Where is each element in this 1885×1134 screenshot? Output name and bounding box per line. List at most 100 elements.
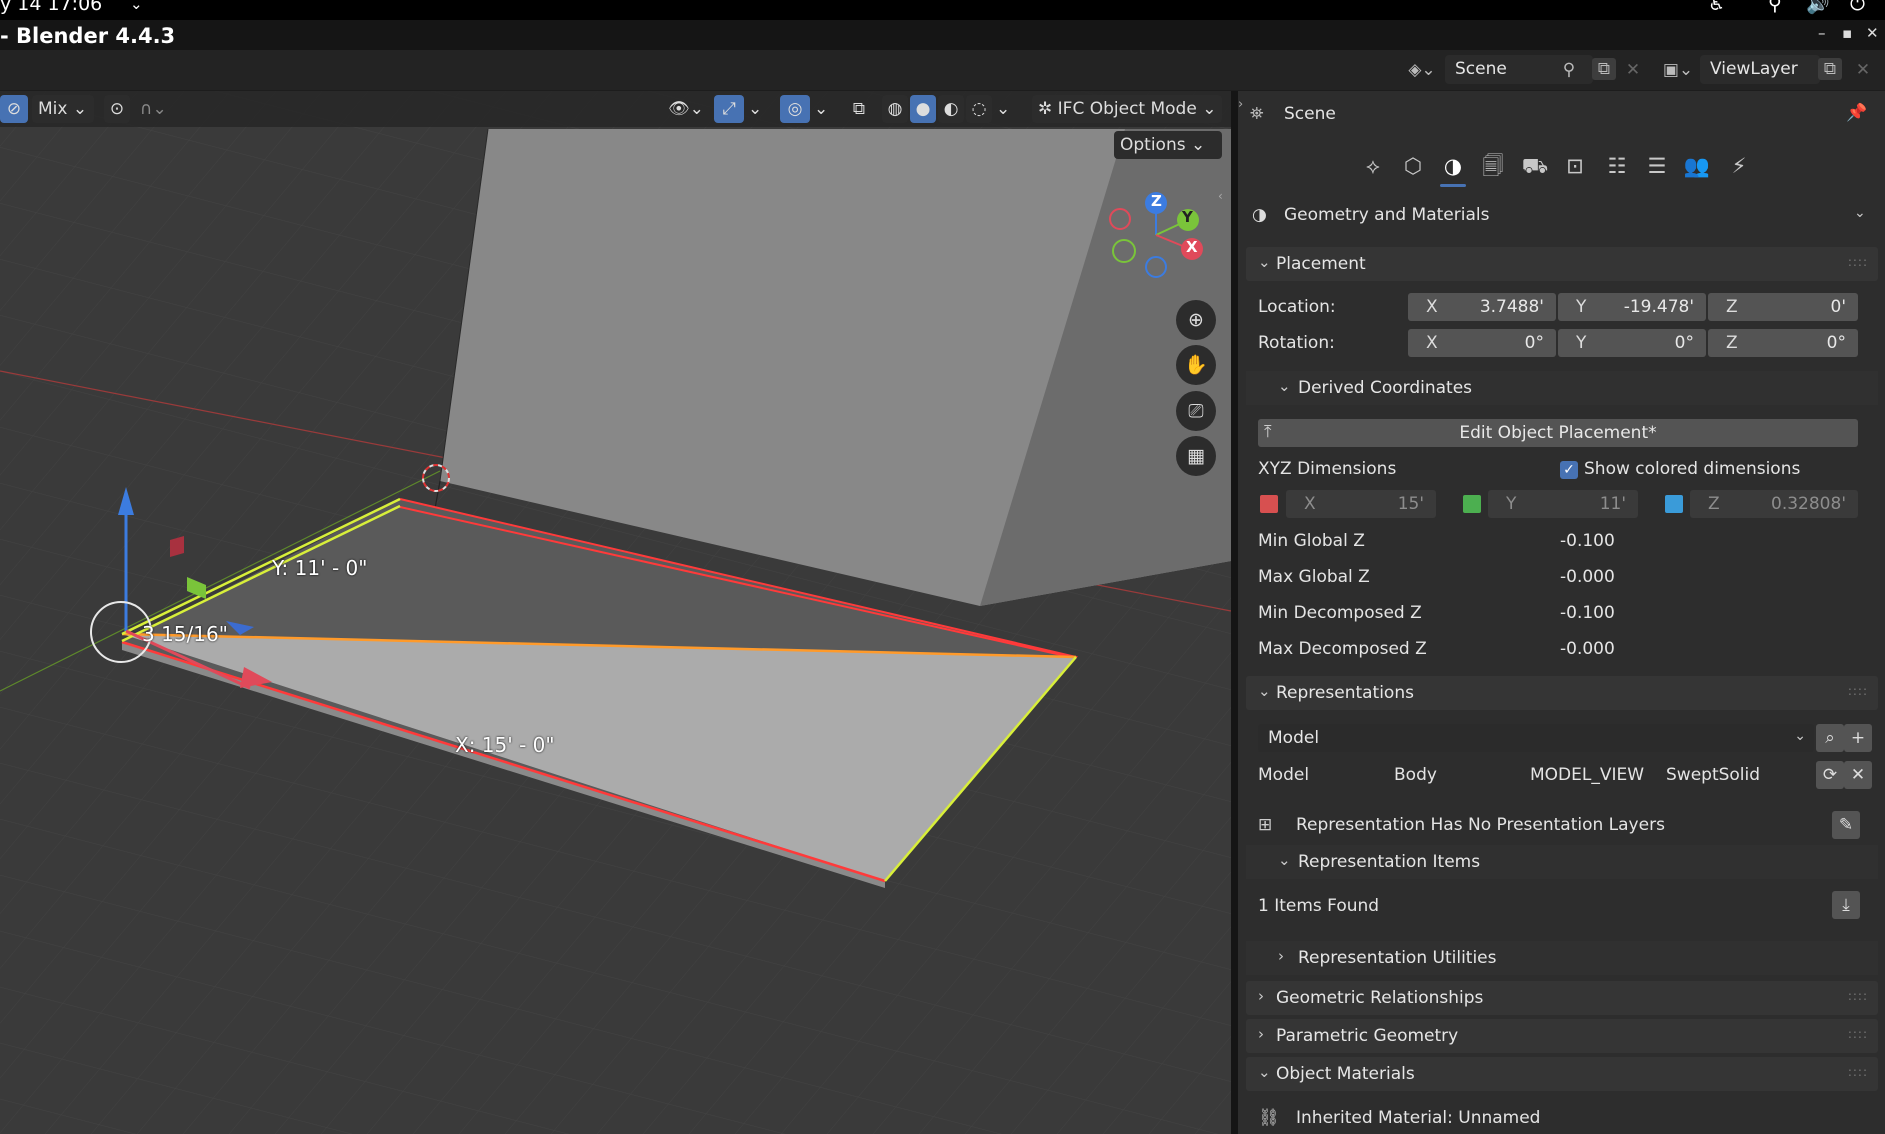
expand-chevron-icon: ⌄ <box>1258 1063 1271 1081</box>
proportional-edit-icon[interactable]: ⊙ <box>104 95 130 123</box>
object-materials-header[interactable]: ⌄ Object Materials :::: <box>1246 1057 1878 1091</box>
remove-representation-icon[interactable]: ✕ <box>1844 761 1872 789</box>
os-top-bar: y 14 17:06 ⌄ ♿ ⚲ 🔊 ⏻ <box>0 0 1885 20</box>
context-select[interactable]: Model ⌄ <box>1258 724 1814 752</box>
ifc-mode-dropdown[interactable]: ✲ IFC Object Mode ⌄ <box>1032 95 1222 123</box>
snap-mode-dropdown[interactable]: Mix ⌄ <box>32 95 94 123</box>
representation-items-title: Representation Items <box>1298 852 1481 872</box>
z-color-swatch <box>1665 495 1683 513</box>
gizmo-y-label[interactable]: Y <box>1182 208 1193 226</box>
volume-icon[interactable]: 🔊 <box>1806 0 1830 14</box>
rotation-x-field[interactable]: X 0° <box>1408 329 1556 357</box>
expand-chevron-icon[interactable]: › <box>1238 97 1243 112</box>
drag-grip-icon[interactable]: :::: <box>1848 255 1868 269</box>
tab-object-icon[interactable]: ⬡ <box>1396 149 1430 183</box>
tab-people-icon[interactable]: 👥 <box>1680 149 1714 183</box>
tab-project-icon[interactable]: ⟡ <box>1356 149 1390 183</box>
switch-representation-icon[interactable]: ⟳ <box>1816 761 1844 789</box>
rendered-shading-icon[interactable]: ◌ <box>966 95 992 123</box>
pin-icon[interactable]: 📌 <box>1846 103 1867 123</box>
download-icon[interactable]: ⤓ <box>1832 891 1860 919</box>
new-view-layer-icon[interactable]: ⧉ <box>1818 58 1842 80</box>
falloff-icon[interactable]: ∩⌄ <box>134 95 174 123</box>
x-color-swatch <box>1260 495 1278 513</box>
network-icon[interactable]: ⚲ <box>1768 0 1782 14</box>
viewport-scene[interactable] <box>0 91 1231 1134</box>
xray-toggle-icon[interactable]: ⧉ <box>846 95 872 123</box>
window-title: - Blender 4.4.3 <box>0 24 176 48</box>
placement-title: Placement <box>1276 254 1366 274</box>
zoom-icon[interactable]: ⊕ <box>1176 300 1216 340</box>
delete-scene-icon[interactable]: ✕ <box>1622 59 1644 81</box>
derived-coordinates-header[interactable]: ⌄ Derived Coordinates <box>1246 371 1878 405</box>
power-icon[interactable]: ⏻ <box>1850 0 1865 14</box>
view-layer-browse-icon[interactable]: ▣⌄ <box>1658 59 1698 81</box>
visibility-eye-icon[interactable]: 👁⌄ <box>662 95 706 123</box>
overlay-toggle-icon[interactable]: ◎ <box>780 95 810 123</box>
material-shading-icon[interactable]: ◐ <box>938 95 964 123</box>
category-chevron-icon[interactable]: ⌄ <box>1854 205 1866 221</box>
accessibility-icon[interactable]: ♿ <box>1708 0 1725 14</box>
drag-grip-icon[interactable]: :::: <box>1848 684 1868 698</box>
tab-services-icon[interactable]: ⛟ <box>1518 149 1552 183</box>
derived-coordinates-title: Derived Coordinates <box>1298 378 1473 398</box>
minimize-icon[interactable]: – <box>1818 24 1826 42</box>
maximize-icon[interactable]: ▪ <box>1842 24 1852 42</box>
placement-panel-header[interactable]: ⌄ Placement :::: <box>1246 247 1878 281</box>
ifc-mode-label: IFC Object Mode <box>1057 99 1197 119</box>
expand-chevron-icon: ⌄ <box>1278 851 1291 869</box>
dimension-y-value: 11' <box>1599 494 1626 514</box>
scene-browse-icon[interactable]: ◈⌄ <box>1402 59 1442 81</box>
edit-object-placement-button[interactable]: ⤒ Edit Object Placement* <box>1258 419 1858 447</box>
location-x-field[interactable]: X 3.7488' <box>1408 293 1556 321</box>
show-colored-label[interactable]: Show colored dimensions <box>1584 459 1800 479</box>
show-colored-checkbox[interactable]: ✓ <box>1560 461 1578 479</box>
shading-menu-chevron-icon[interactable]: ⌄ <box>996 95 1016 123</box>
rep-context: Model <box>1258 765 1310 785</box>
drag-grip-icon[interactable]: :::: <box>1848 1027 1868 1041</box>
pin-icon[interactable]: ⚲ <box>1558 59 1580 81</box>
pan-hand-icon[interactable]: ✋ <box>1176 345 1216 385</box>
drag-grip-icon[interactable]: :::: <box>1848 1065 1868 1079</box>
parametric-geometry-header[interactable]: › Parametric Geometry :::: <box>1246 1019 1878 1053</box>
location-z-field[interactable]: Z 0' <box>1708 293 1858 321</box>
location-y-field[interactable]: Y -19.478' <box>1558 293 1706 321</box>
tab-geometry-icon[interactable]: ◑ <box>1436 149 1470 183</box>
representations-panel-header[interactable]: ⌄ Representations :::: <box>1246 676 1878 710</box>
tab-costing-icon[interactable]: ☷ <box>1600 149 1634 183</box>
tab-quality-icon[interactable]: ⚡ <box>1722 149 1756 183</box>
geometric-relationships-header[interactable]: › Geometric Relationships :::: <box>1246 981 1878 1015</box>
solid-shading-icon[interactable]: ● <box>910 95 936 123</box>
options-dropdown[interactable]: Options ⌄ <box>1114 131 1222 159</box>
view-layer-name[interactable]: ViewLayer <box>1710 59 1798 79</box>
wireframe-shading-icon[interactable]: ◍ <box>882 95 908 123</box>
gizmo-toggle-icon[interactable]: ⤢ <box>714 95 744 123</box>
edit-pencil-icon[interactable]: ✎ <box>1832 811 1860 839</box>
gizmo-menu-chevron-icon[interactable]: ⌄ <box>748 95 768 123</box>
search-icon[interactable]: ⌕ <box>1816 724 1844 752</box>
gizmo-z-label[interactable]: Z <box>1151 192 1162 210</box>
rotation-y-field[interactable]: Y 0° <box>1558 329 1706 357</box>
representation-utilities-header[interactable]: › Representation Utilities <box>1246 941 1878 975</box>
overlay-menu-chevron-icon[interactable]: ⌄ <box>814 95 834 123</box>
tab-drawings-icon[interactable]: 🗐 <box>1476 149 1510 183</box>
close-icon[interactable]: ✕ <box>1866 24 1879 42</box>
tab-structural-icon[interactable]: ⊡ <box>1558 149 1592 183</box>
representation-items-header[interactable]: ⌄ Representation Items <box>1246 845 1878 879</box>
area-divider[interactable] <box>1231 91 1238 1134</box>
camera-view-icon[interactable]: ⎚ <box>1176 391 1216 431</box>
3d-viewport[interactable]: Y: 11' - 0" X: 15' - 0" 3 15/16" ⊘ Mix ⌄… <box>0 91 1231 1134</box>
gizmo-x-label[interactable]: X <box>1186 238 1198 256</box>
delete-view-layer-icon[interactable]: ✕ <box>1852 59 1874 81</box>
drag-grip-icon[interactable]: :::: <box>1848 989 1868 1003</box>
scene-name[interactable]: Scene <box>1455 59 1507 79</box>
rotation-z-field[interactable]: Z 0° <box>1708 329 1858 357</box>
clock-menu-chevron-icon[interactable]: ⌄ <box>130 0 143 14</box>
perspective-grid-icon[interactable]: ▦ <box>1176 436 1216 476</box>
snap-toggle-icon[interactable]: ⊘ <box>0 95 28 123</box>
new-scene-icon[interactable]: ⧉ <box>1592 58 1616 80</box>
add-icon[interactable]: + <box>1844 724 1872 752</box>
tab-facility-icon[interactable]: ☰ <box>1640 149 1674 183</box>
category-dropdown[interactable]: Geometry and Materials <box>1284 205 1489 225</box>
sidebar-toggle-icon[interactable]: ‹ <box>1218 189 1223 203</box>
